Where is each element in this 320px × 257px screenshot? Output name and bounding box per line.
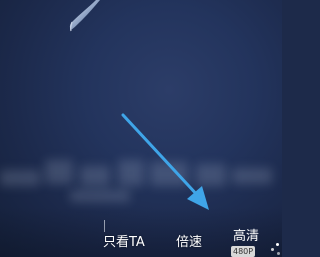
quality-selector-button[interactable]: 高清 480P bbox=[231, 229, 265, 257]
blurred-subtitle bbox=[0, 150, 282, 210]
playback-speed-button[interactable]: 倍速 bbox=[176, 235, 202, 251]
feather-image bbox=[69, 0, 100, 32]
loading-spinner-icon bbox=[270, 243, 282, 257]
only-ta-button[interactable]: 只看TA bbox=[103, 235, 145, 251]
quality-resolution-badge: 480P bbox=[231, 246, 256, 257]
video-player[interactable]: 只看TA 倍速 高清 480P bbox=[0, 0, 282, 257]
quality-label: 高清 bbox=[233, 229, 260, 244]
